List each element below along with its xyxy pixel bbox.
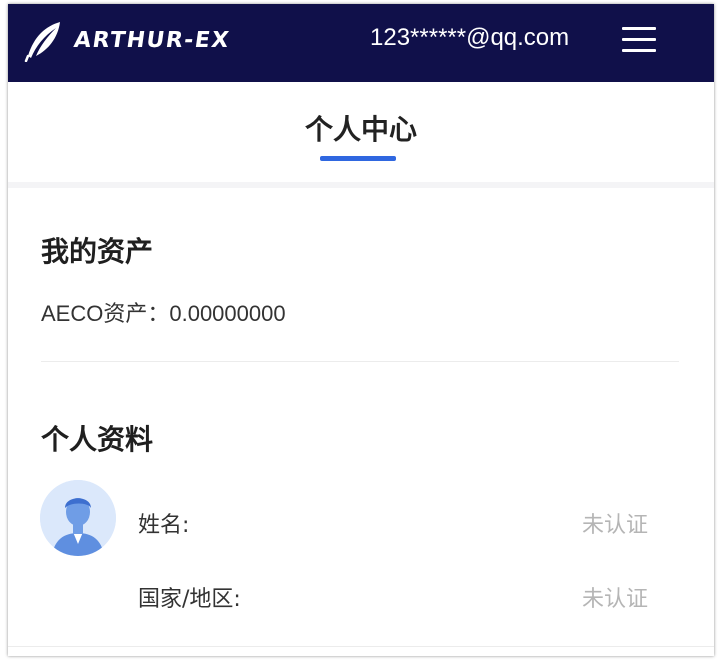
- country-verification-status[interactable]: 未认证: [548, 581, 648, 613]
- feather-icon: [24, 22, 60, 62]
- page-title[interactable]: 个人中心: [8, 108, 714, 148]
- bottom-divider: [8, 646, 714, 647]
- hamburger-menu-icon[interactable]: [622, 25, 658, 55]
- profile-section-title: 个人资料: [41, 423, 154, 456]
- country-field-label: 国家/地区:: [138, 587, 241, 612]
- name-field-label: 姓名:: [138, 513, 190, 538]
- active-tab-indicator: [320, 156, 396, 161]
- section-divider: [41, 361, 679, 362]
- page-frame: ARTHUR-EX 123******@qq.com 个人中心 我的资产 AEC…: [8, 4, 714, 656]
- section-gap: [8, 182, 714, 188]
- brand-logo-text[interactable]: ARTHUR-EX: [72, 28, 231, 53]
- title-bar: 个人中心: [8, 82, 714, 182]
- user-avatar-icon[interactable]: [40, 480, 116, 556]
- user-email[interactable]: 123******@qq.com: [370, 24, 569, 52]
- asset-value: 0.00000000: [169, 301, 286, 326]
- assets-section-title: 我的资产: [41, 235, 154, 268]
- name-verification-status[interactable]: 未认证: [548, 507, 648, 539]
- asset-balance-row: AECO资产：0.00000000: [41, 296, 286, 328]
- asset-label: AECO资产：: [41, 301, 170, 326]
- top-header: ARTHUR-EX 123******@qq.com: [8, 4, 714, 82]
